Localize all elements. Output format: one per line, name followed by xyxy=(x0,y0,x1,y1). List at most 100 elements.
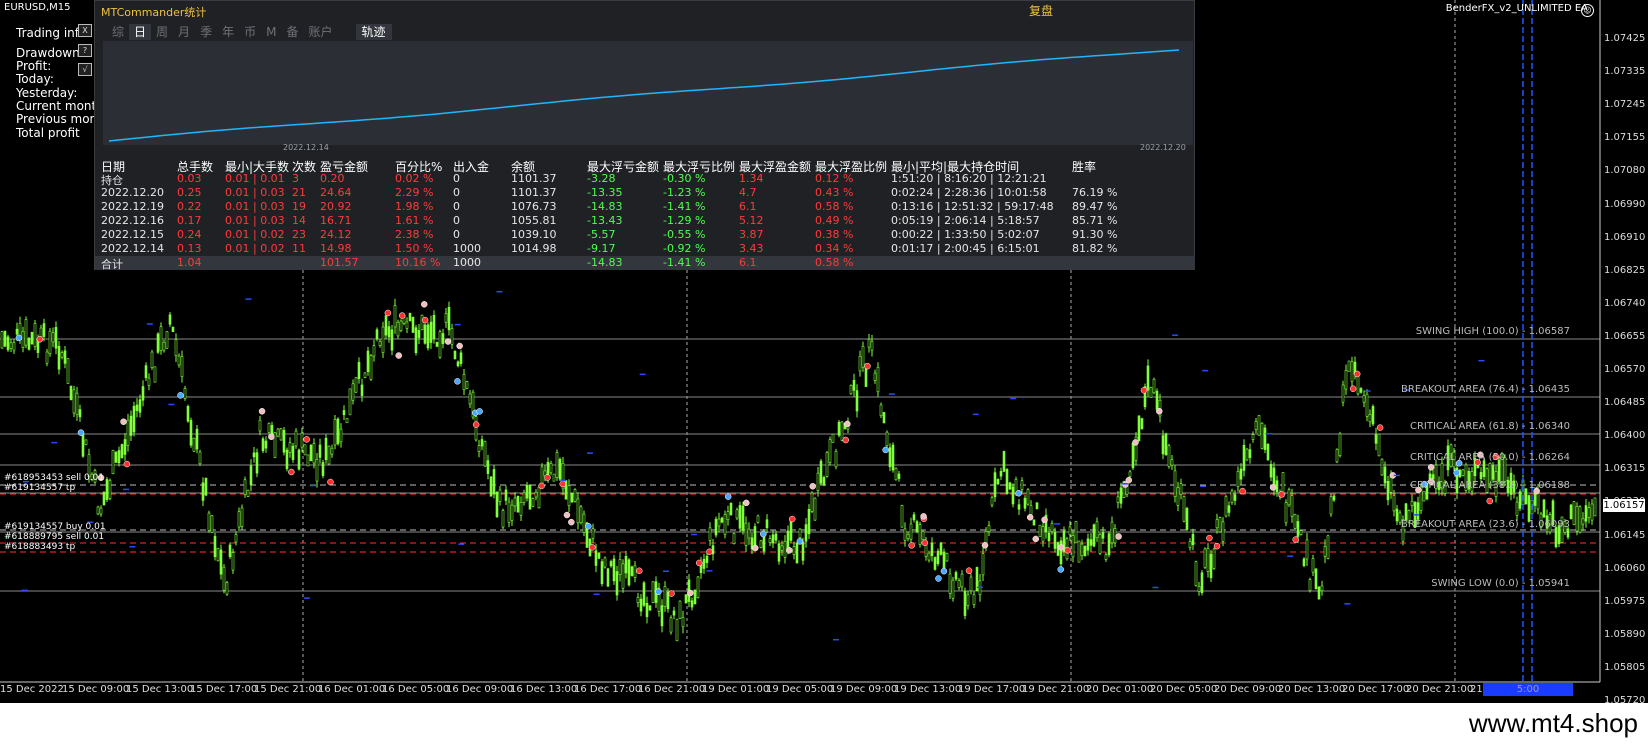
cell: 合计 xyxy=(101,258,123,271)
candle-body xyxy=(324,437,328,461)
fibo-label: CRITICAL AREA (38.2) - 1.06188 xyxy=(1409,480,1570,491)
tab-3[interactable]: 月 xyxy=(173,24,195,40)
tab-1[interactable]: 日 xyxy=(129,24,152,40)
tab-0[interactable]: 综 xyxy=(107,24,129,40)
candle-body xyxy=(462,374,466,390)
stats-total-row: 合计 1.04 101.57 10.16 % 1000 -14.83 -1.41 % 6.1 0… xyxy=(95,256,1195,271)
candle-body xyxy=(276,428,280,437)
candle-body xyxy=(384,315,388,336)
cell: 1000 xyxy=(453,256,481,269)
candle-body xyxy=(933,557,937,570)
candle-body xyxy=(834,451,838,468)
candle-body xyxy=(1422,491,1426,502)
tab-2[interactable]: 周 xyxy=(151,24,173,40)
candle-body xyxy=(1140,418,1144,430)
candle-body xyxy=(1329,496,1333,515)
trade-marker xyxy=(1349,385,1357,392)
candle-body xyxy=(1191,533,1195,546)
candle-body xyxy=(951,579,955,599)
candle-body xyxy=(1212,548,1216,569)
candle-body xyxy=(849,385,853,395)
candle-body xyxy=(477,445,481,452)
candle-body xyxy=(177,355,181,366)
price-tick: 1.06570 xyxy=(1604,364,1646,375)
candle-body xyxy=(816,472,820,491)
candle-body xyxy=(408,313,412,322)
fibo-label: CRITICAL AREA (61.8) - 1.06340 xyxy=(1409,421,1570,432)
time-tick: 15 Dec 09:00 xyxy=(62,684,130,695)
replay-button[interactable]: 复盘 xyxy=(1029,2,1053,19)
candle-body xyxy=(456,361,460,367)
candle-body xyxy=(1569,504,1573,519)
tab-6[interactable]: 币 xyxy=(239,24,261,40)
tab-9[interactable]: 账户 xyxy=(303,24,337,40)
fibo-label: SWING HIGH (100.0) - 1.06587 xyxy=(1415,326,1570,337)
order-label: #619134557 tp xyxy=(4,483,76,493)
time-tick: 15 Dec 13:00 xyxy=(126,684,194,695)
candle-body xyxy=(1194,561,1198,586)
candle-body xyxy=(78,409,82,418)
candle-body xyxy=(840,421,844,441)
candle-body xyxy=(1365,393,1369,417)
candle-body xyxy=(372,345,376,357)
cell: -13.35 xyxy=(587,186,623,199)
candle-body xyxy=(210,515,214,533)
candle-body xyxy=(579,506,583,524)
candle-body xyxy=(1035,502,1039,510)
time-tick: 19 Dec 05:00 xyxy=(766,684,834,695)
candle-body xyxy=(1518,491,1522,509)
cell: 21 xyxy=(292,186,306,199)
close-icon[interactable]: X xyxy=(78,24,92,37)
trade-marker xyxy=(444,338,452,345)
time-tick: 16 Dec 09:00 xyxy=(446,684,514,695)
stats-row: 2022.12.20 0.25 0.01 | 0.03 21 24.64 2.29 % 0 1… xyxy=(95,186,1195,200)
tab-track[interactable]: 轨迹 xyxy=(355,24,392,40)
candle-body xyxy=(1431,474,1435,480)
time-tick: 20 Dec 13:00 xyxy=(1278,684,1346,695)
candle-body xyxy=(819,460,823,484)
time-axis-end: 5:00 xyxy=(1483,683,1573,696)
candle-body xyxy=(105,479,109,500)
candle-body xyxy=(1146,365,1150,391)
candle-body xyxy=(258,419,262,432)
candle-body xyxy=(1176,487,1180,506)
candle-body xyxy=(495,491,499,518)
stats-header: 日期 总手数 最小|大手数 次数 盈亏金额 百分比% 出入金 余额 最大浮亏金额 最大浮亏比例 最大… xyxy=(95,158,1195,174)
cell: 23 xyxy=(292,228,306,241)
candle-body xyxy=(468,393,472,405)
trade-marker xyxy=(563,511,571,519)
candle-body xyxy=(1332,495,1336,501)
candle-body xyxy=(1116,496,1120,503)
order-label: #618953453 sell 0.01 xyxy=(4,473,105,483)
time-tick: 20 Dec 05:00 xyxy=(1150,684,1218,695)
candle-body xyxy=(360,384,364,396)
trade-marker xyxy=(1057,566,1065,573)
candle-body xyxy=(540,466,544,485)
cell: 1055.81 xyxy=(511,214,557,227)
tab-4[interactable]: 季 xyxy=(195,24,217,40)
tab-7[interactable]: M xyxy=(261,24,281,40)
candle-body xyxy=(1263,427,1267,450)
check-icon[interactable]: √ xyxy=(78,63,92,76)
trade-marker xyxy=(1427,464,1435,471)
candle-body xyxy=(1170,459,1174,466)
candle-body xyxy=(945,553,949,562)
candle-body xyxy=(135,404,139,411)
cell: 1014.98 xyxy=(511,242,557,255)
candle-body xyxy=(735,509,739,519)
tab-8[interactable]: 备 xyxy=(281,24,303,40)
candle-body xyxy=(1482,460,1486,477)
trade-marker xyxy=(421,316,429,324)
tab-5[interactable]: 年 xyxy=(217,24,239,40)
price-tick: 1.07425 xyxy=(1604,33,1646,44)
candle-body xyxy=(744,522,748,546)
candle-body xyxy=(1128,471,1132,477)
cell: 2.38 % xyxy=(395,228,434,241)
candle-body xyxy=(555,452,559,479)
candle-body xyxy=(1173,470,1177,497)
stats-row: 2022.12.19 0.22 0.01 | 0.03 19 20.92 1.98 % 0 1… xyxy=(95,200,1195,214)
candle-body xyxy=(1371,406,1375,425)
candle-body xyxy=(336,418,340,445)
help-icon[interactable]: ? xyxy=(78,44,92,57)
cell: 14.98 xyxy=(320,242,352,255)
